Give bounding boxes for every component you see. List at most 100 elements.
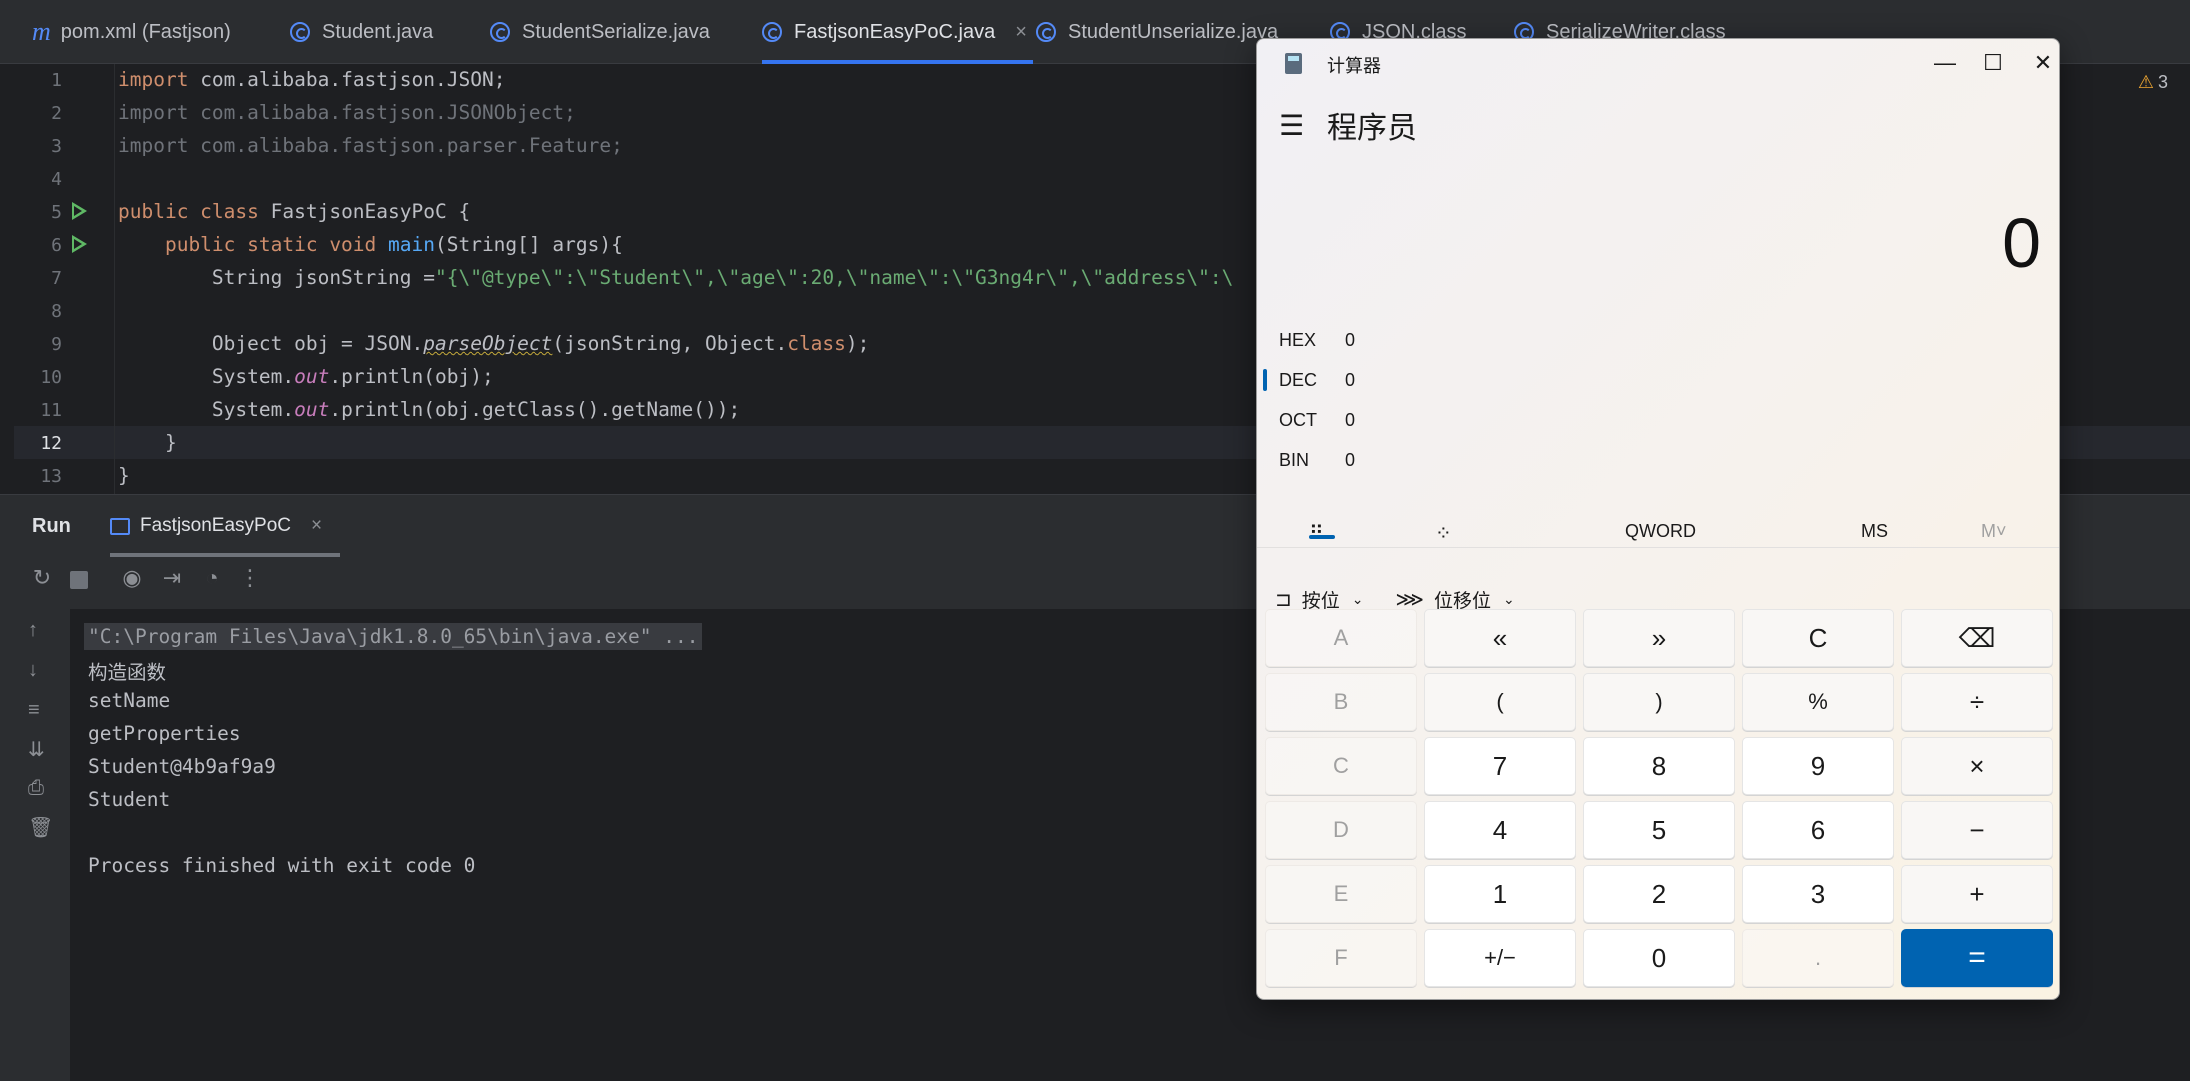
code-text: System. [118,365,295,388]
radix-dec[interactable]: DEC 0 [1279,365,1355,395]
key-9[interactable]: 9 [1742,737,1894,795]
string-literal: "{\"@type\":\"Student\",\"age\":20,\"nam… [434,266,1234,289]
key-hex-f: F [1265,929,1417,987]
tab-pom-xml[interactable]: m pom.xml (Fastjson) [32,0,231,64]
static-field: out [294,398,330,421]
radix-hex[interactable]: HEX 0 [1279,325,1355,355]
line-number: 10 [40,367,62,388]
soft-wrap-icon[interactable]: ≡ [28,699,40,722]
tab-label: Student.java [322,20,434,43]
key-1[interactable]: 1 [1424,865,1576,923]
key-negate[interactable]: +/− [1424,929,1576,987]
key-3[interactable]: 3 [1742,865,1894,923]
code-line-10: System.out.println(obj); [118,365,494,388]
key-8[interactable]: 8 [1583,737,1735,795]
code-line-13: } [118,464,130,487]
memory-view-button[interactable]: M˅ [1981,521,2007,542]
line-number: 1 [51,70,62,91]
code-line-6: public static void main(String[] args){ [118,233,623,256]
key-6[interactable]: 6 [1742,801,1894,859]
static-field: out [294,365,330,388]
calculator-titlebar[interactable]: 计算器 — ☐ ✕ [1257,39,2059,87]
keyword: public class [118,200,259,223]
maximize-button[interactable]: ☐ [1975,45,2011,81]
line-number: 13 [40,466,62,487]
console-side-toolbar: ↑ ↓ ≡ ⇊ ⎙ 🗑 [0,609,70,1081]
scroll-to-end-icon[interactable]: ⇊ [28,737,45,762]
radix-oct[interactable]: OCT 0 [1279,405,1355,435]
class-icon [290,22,310,42]
camera-icon[interactable]: ◉ [118,565,146,591]
print-icon[interactable]: ⎙ [28,777,44,800]
key-4[interactable]: 4 [1424,801,1576,859]
key-percent[interactable]: % [1742,673,1894,731]
code-text: ); [845,332,870,355]
key-hex-c: C [1265,737,1417,795]
tab-student-unserialize-java[interactable]: StudentUnserialize.java [1036,0,1278,64]
radix-bin[interactable]: BIN 0 [1279,445,1355,475]
exit-icon[interactable]: ⇥ [158,565,186,591]
code-text: (jsonString, Object. [552,332,788,355]
full-keypad-icon[interactable]: ⠿ [1309,521,1324,546]
arrow-up-icon[interactable]: ↑ [28,619,38,642]
calculator-display: 0 [2002,204,2041,282]
run-gutter-icon[interactable] [72,235,87,253]
key-lsh[interactable]: « [1424,609,1576,667]
radix-value: 0 [1345,409,1356,430]
method-name: main [376,233,435,256]
method-call-warning[interactable]: parseObject [423,332,552,355]
tab-label: StudentSerialize.java [522,20,710,43]
hamburger-menu-icon[interactable]: ☰ [1279,109,1304,142]
bit-toggle-keypad-icon[interactable]: ⁘ [1435,521,1452,546]
code-text: com.alibaba.fastjson.JSON; [188,68,506,91]
warnings-indicator[interactable]: ⚠ 3 [2138,72,2168,93]
class-icon [762,22,782,42]
arrow-down-icon[interactable]: ↓ [28,659,38,682]
trash-icon[interactable]: 🗑 [28,815,53,840]
coverage-icon[interactable]: ◔ [198,565,226,591]
line-number: 9 [51,334,62,355]
minimize-button[interactable]: — [1927,45,1963,81]
key-open-paren[interactable]: ( [1424,673,1576,731]
tab-student-serialize-java[interactable]: StudentSerialize.java [490,0,710,64]
gutter-separator [114,64,115,494]
key-clear[interactable]: C [1742,609,1894,667]
key-hex-a: A [1265,609,1417,667]
run-title: Run [32,515,71,537]
key-5[interactable]: 5 [1583,801,1735,859]
key-close-paren[interactable]: ) [1583,673,1735,731]
run-gutter-icon[interactable] [72,202,87,220]
code-line-7: String jsonString ="{\"@type\":\"Student… [118,266,1233,289]
word-size-button[interactable]: QWORD [1625,521,1696,542]
tab-fastjson-easy-poc-java[interactable]: FastjsonEasyPoC.java × [762,0,1033,64]
key-divide[interactable]: ÷ [1901,673,2053,731]
maven-icon: m [32,17,51,46]
key-hex-e: E [1265,865,1417,923]
key-rsh[interactable]: » [1583,609,1735,667]
line-number: 3 [51,136,62,157]
key-2[interactable]: 2 [1583,865,1735,923]
key-multiply[interactable]: × [1901,737,2053,795]
rerun-icon[interactable]: ↻ [28,565,56,591]
tab-student-java[interactable]: Student.java [290,0,433,64]
key-equals[interactable]: = [1901,929,2053,987]
close-button[interactable]: ✕ [2025,45,2059,81]
key-add[interactable]: + [1901,865,2053,923]
more-options-icon[interactable]: ⋮ [236,565,264,591]
code-line-12: } [118,431,177,454]
console-line-exit: Process finished with exit code 0 [88,854,476,877]
close-icon[interactable]: × [1015,21,1027,44]
key-subtract[interactable]: − [1901,801,2053,859]
backspace-icon[interactable]: ⌫ [1901,609,2053,667]
close-icon[interactable]: × [311,515,322,537]
line-number: 11 [40,400,62,421]
divider [1257,547,2059,548]
key-7[interactable]: 7 [1424,737,1576,795]
console-line: 构造函数 [88,661,167,684]
memory-store-button[interactable]: MS [1861,521,1888,542]
stop-icon[interactable] [70,571,88,589]
run-config-tab[interactable]: FastjsonEasyPoC × [110,495,341,557]
calculator-app-icon [1285,53,1302,74]
key-0[interactable]: 0 [1583,929,1735,987]
radix-label: BIN [1279,449,1310,470]
